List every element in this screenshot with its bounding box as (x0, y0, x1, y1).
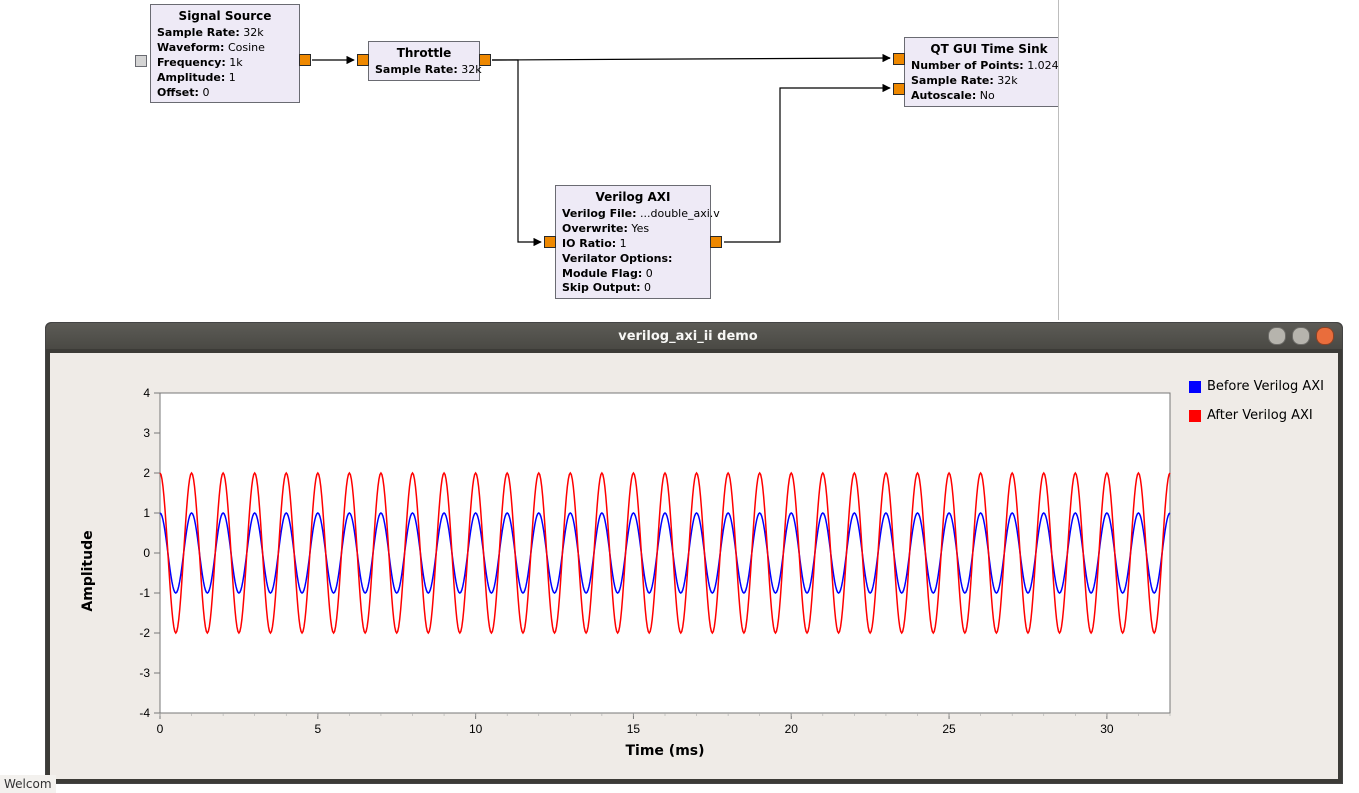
svg-text:-2: -2 (139, 626, 150, 640)
plot-body: Amplitude -4-3-2-101234051015202530Time … (50, 353, 1338, 779)
svg-text:Time (ms): Time (ms) (625, 743, 704, 759)
node-title: QT GUI Time Sink (905, 40, 1073, 59)
legend-label: Before Verilog AXI (1207, 379, 1324, 394)
window-title: verilog_axi_ii demo (108, 329, 1268, 344)
svg-text:30: 30 (1100, 722, 1114, 736)
svg-text:-3: -3 (139, 666, 150, 680)
param-row: IO Ratio: 1 (556, 237, 710, 252)
svg-text:0: 0 (157, 722, 164, 736)
param-row: Sample Rate: 32k (369, 63, 479, 78)
plot-legend: Before Verilog AXI After Verilog AXI (1189, 379, 1324, 437)
port-out[interactable] (299, 54, 311, 66)
param-row: Verilog File: ...double_axi.v (556, 207, 710, 222)
svg-text:-4: -4 (139, 706, 150, 720)
svg-text:15: 15 (627, 722, 641, 736)
param-row: Overwrite: Yes (556, 222, 710, 237)
param-row: Offset: 0 (151, 86, 299, 101)
param-row: Module Flag: 0 (556, 267, 710, 282)
minimize-icon[interactable] (1268, 327, 1286, 345)
open-port-stub (135, 55, 147, 67)
port-out[interactable] (710, 236, 722, 248)
node-time-sink[interactable]: QT GUI Time Sink Number of Points: 1.024… (904, 37, 1074, 107)
window-titlebar[interactable]: verilog_axi_ii demo (46, 323, 1342, 349)
svg-text:25: 25 (942, 722, 956, 736)
plot-window[interactable]: verilog_axi_ii demo Amplitude -4-3-2-101… (45, 322, 1343, 784)
svg-text:-1: -1 (139, 586, 150, 600)
param-row: Amplitude: 1 (151, 71, 299, 86)
param-row: Frequency: 1k (151, 56, 299, 71)
maximize-icon[interactable] (1292, 327, 1310, 345)
param-row: Autoscale: No (905, 89, 1073, 104)
param-row: Number of Points: 1.024k (905, 59, 1073, 74)
svg-text:2: 2 (143, 466, 150, 480)
port-in[interactable] (544, 236, 556, 248)
node-title: Verilog AXI (556, 188, 710, 207)
svg-text:3: 3 (143, 426, 150, 440)
close-icon[interactable] (1316, 327, 1334, 345)
svg-text:5: 5 (314, 722, 321, 736)
legend-item[interactable]: Before Verilog AXI (1189, 379, 1324, 394)
node-signal-source[interactable]: Signal Source Sample Rate: 32k Waveform:… (150, 4, 300, 103)
param-row: Sample Rate: 32k (905, 74, 1073, 89)
svg-text:10: 10 (469, 722, 483, 736)
port-in-1[interactable] (893, 83, 905, 95)
param-row: Skip Output: 0 (556, 281, 710, 296)
legend-swatch-icon (1189, 410, 1201, 422)
port-in-0[interactable] (893, 53, 905, 65)
param-row: Sample Rate: 32k (151, 26, 299, 41)
time-plot[interactable]: -4 -3 -2 -1 0 1 2 3 4 0 5 10 15 20 25 30 Time (ms) (90, 373, 1330, 773)
node-verilog-axi[interactable]: Verilog AXI Verilog File: ...double_axi.… (555, 185, 711, 299)
param-row: Waveform: Cosine (151, 41, 299, 56)
node-title: Signal Source (151, 7, 299, 26)
svg-text:20: 20 (785, 722, 799, 736)
legend-item[interactable]: After Verilog AXI (1189, 408, 1324, 423)
param-row: Verilator Options: (556, 252, 710, 267)
node-throttle[interactable]: Throttle Sample Rate: 32k (368, 41, 480, 81)
legend-swatch-icon (1189, 381, 1201, 393)
port-in[interactable] (357, 54, 369, 66)
side-panel (1058, 0, 1359, 320)
flowgraph-canvas[interactable]: Signal Source Sample Rate: 32k Waveform:… (0, 0, 1359, 320)
svg-text:0: 0 (143, 546, 150, 560)
legend-label: After Verilog AXI (1207, 408, 1313, 423)
node-title: Throttle (369, 44, 479, 63)
port-out[interactable] (479, 54, 491, 66)
status-bar: Welcom (0, 775, 56, 793)
svg-text:4: 4 (143, 386, 150, 400)
svg-text:1: 1 (143, 506, 150, 520)
